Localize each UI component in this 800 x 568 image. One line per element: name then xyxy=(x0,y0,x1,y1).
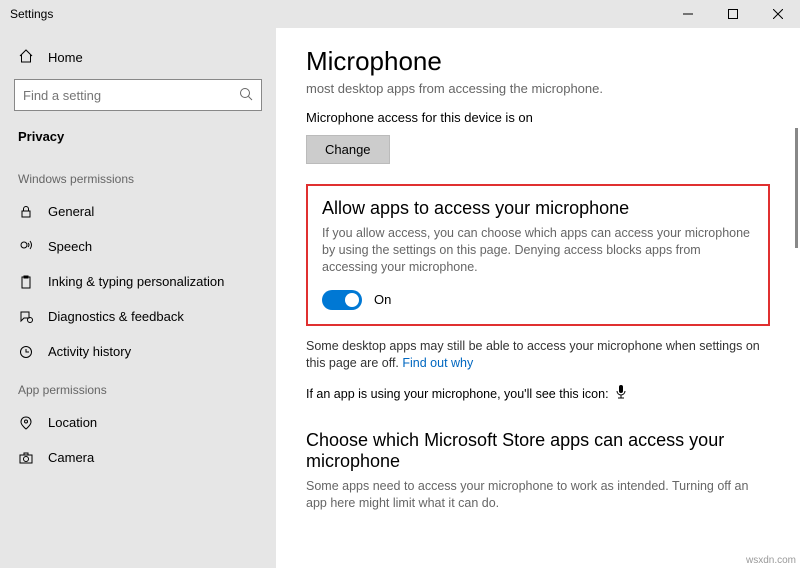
page-title: Microphone xyxy=(306,46,770,77)
location-icon xyxy=(18,416,34,430)
search-box[interactable] xyxy=(14,79,262,111)
group-app-permissions: App permissions xyxy=(0,369,276,405)
device-status: Microphone access for this device is on xyxy=(306,110,770,125)
change-button[interactable]: Change xyxy=(306,135,390,164)
main-content: Microphone most desktop apps from access… xyxy=(276,28,800,568)
store-apps-title: Choose which Microsoft Store apps can ac… xyxy=(306,430,770,472)
nav-general[interactable]: General xyxy=(0,194,276,229)
home-label: Home xyxy=(48,50,83,65)
feedback-icon xyxy=(18,310,34,324)
nav-activity[interactable]: Activity history xyxy=(0,334,276,369)
nav-label: Speech xyxy=(48,239,92,254)
nav-label: Activity history xyxy=(48,344,131,359)
minimize-button[interactable] xyxy=(665,0,710,28)
nav-label: Camera xyxy=(48,450,94,465)
store-apps-desc: Some apps need to access your microphone… xyxy=(306,478,770,512)
home-icon xyxy=(18,48,34,67)
find-out-why-link[interactable]: Find out why xyxy=(402,356,473,370)
watermark: wsxdn.com xyxy=(746,555,796,566)
clipboard-icon xyxy=(18,275,34,289)
nav-label: Location xyxy=(48,415,97,430)
close-button[interactable] xyxy=(755,0,800,28)
allow-title: Allow apps to access your microphone xyxy=(322,198,754,219)
window-title: Settings xyxy=(0,7,665,21)
search-input[interactable] xyxy=(23,88,239,103)
lock-icon xyxy=(18,205,34,219)
nav-location[interactable]: Location xyxy=(0,405,276,440)
title-bar: Settings xyxy=(0,0,800,28)
nav-label: Diagnostics & feedback xyxy=(48,309,184,324)
search-icon xyxy=(239,87,253,104)
mic-in-use-note: If an app is using your microphone, you'… xyxy=(306,385,770,402)
speech-icon xyxy=(18,240,34,254)
nav-label: Inking & typing personalization xyxy=(48,274,224,289)
page-subtext: most desktop apps from accessing the mic… xyxy=(306,81,770,96)
section-title: Privacy xyxy=(0,123,276,158)
allow-desc: If you allow access, you can choose whic… xyxy=(322,225,754,276)
nav-speech[interactable]: Speech xyxy=(0,229,276,264)
nav-label: General xyxy=(48,204,94,219)
toggle-state: On xyxy=(374,292,391,307)
nav-inking[interactable]: Inking & typing personalization xyxy=(0,264,276,299)
allow-apps-section: Allow apps to access your microphone If … xyxy=(306,184,770,326)
maximize-button[interactable] xyxy=(710,0,755,28)
home-nav[interactable]: Home xyxy=(0,40,276,79)
nav-diagnostics[interactable]: Diagnostics & feedback xyxy=(0,299,276,334)
nav-camera[interactable]: Camera xyxy=(0,440,276,475)
desktop-apps-note: Some desktop apps may still be able to a… xyxy=(306,338,770,372)
microphone-icon xyxy=(615,385,627,402)
scrollbar[interactable] xyxy=(795,128,798,248)
history-icon xyxy=(18,345,34,359)
sidebar: Home Privacy Windows permissions General… xyxy=(0,28,276,568)
group-windows-permissions: Windows permissions xyxy=(0,158,276,194)
camera-icon xyxy=(18,451,34,465)
allow-toggle[interactable] xyxy=(322,290,362,310)
